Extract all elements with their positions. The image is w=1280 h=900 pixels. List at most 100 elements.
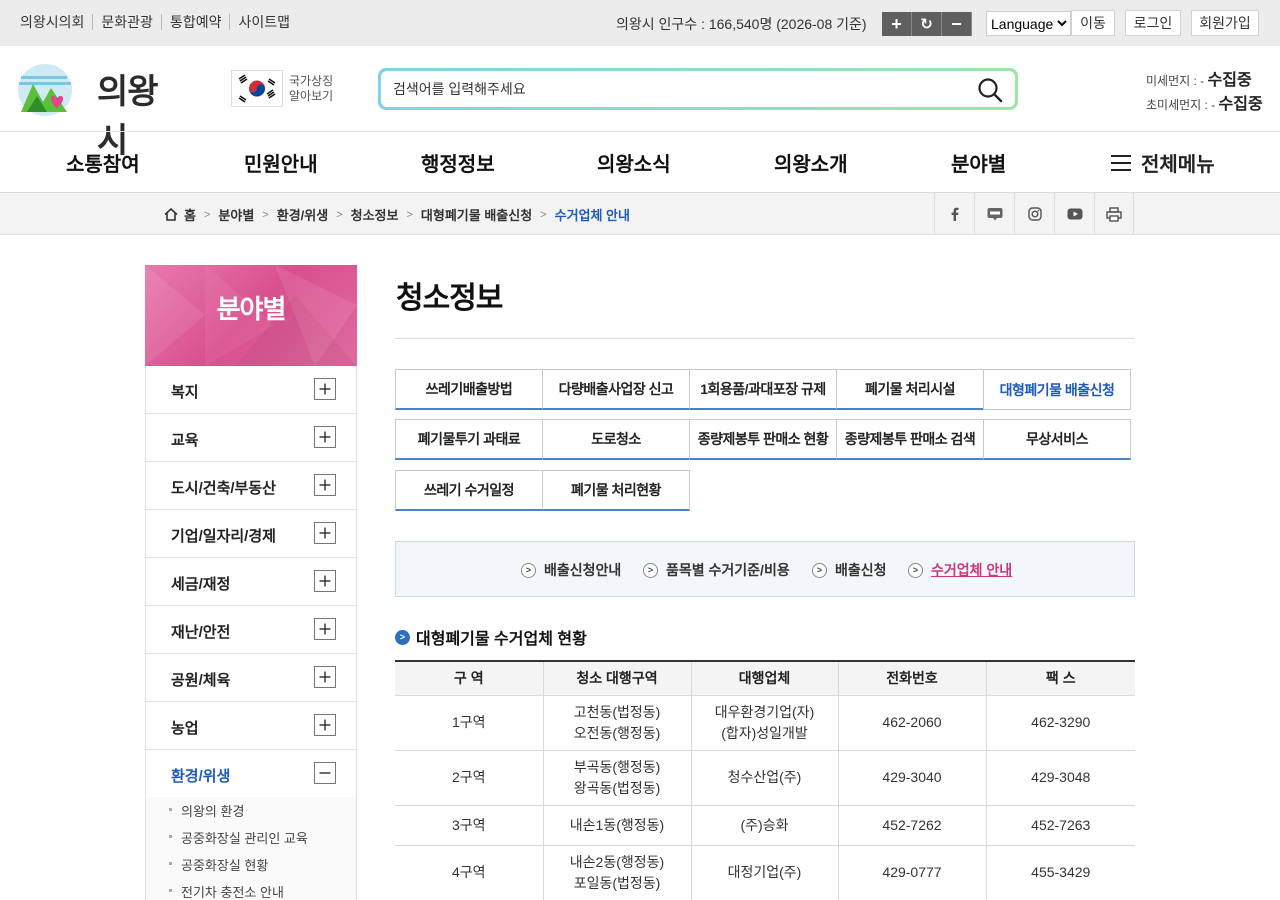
tab-large-emitter[interactable]: 다량배출사업장 신고 xyxy=(542,369,690,410)
link-council[interactable]: 의왕시의회 xyxy=(12,14,94,30)
tab-bulky-waste-active[interactable]: 대형폐기물 배출신청 xyxy=(983,369,1131,410)
breadcrumb-item[interactable]: 청소정보 xyxy=(351,205,399,224)
side-nav-item[interactable]: 기업/일자리/경제 xyxy=(146,510,356,558)
subtab-criteria-cost[interactable]: > 품목별 수거기준/비용 xyxy=(643,560,790,580)
search-icon xyxy=(978,78,1003,103)
city-logo[interactable]: 의왕시 xyxy=(17,62,182,160)
subtab-collector-active[interactable]: > 수거업체 안내 xyxy=(908,560,1012,580)
cell-company: 대정기업(주) xyxy=(690,844,839,900)
breadcrumb-home[interactable]: 홈 xyxy=(184,205,196,224)
gnb-communication[interactable]: 소통참여 xyxy=(66,148,140,177)
side-nav-label: 환경/위생 xyxy=(171,768,231,785)
taegukgi-icon xyxy=(231,70,283,107)
tab-disposable-regulation[interactable]: 1회용품/과대포장 규제 xyxy=(689,369,837,410)
column-header: 팩 스 xyxy=(985,661,1135,696)
zoom-in-button[interactable]: + xyxy=(882,12,912,36)
national-symbol-link[interactable]: 국가상징 알아보기 xyxy=(231,70,341,110)
area-line: 고천동(법정동) xyxy=(573,703,661,720)
all-menu-button[interactable]: 전체메뉴 xyxy=(1111,148,1215,177)
tab-collection-schedule[interactable]: 쓰레기 수거일정 xyxy=(395,470,543,511)
facebook-share-button[interactable] xyxy=(934,193,974,235)
plus-icon xyxy=(314,714,336,736)
side-nav-subitem[interactable]: 공중화장실 현황 xyxy=(168,855,268,874)
fine-dust-status: 미세먼지 : - 수집중 xyxy=(1146,66,1252,90)
fine-dust-label: 미세먼지 : - xyxy=(1146,74,1205,88)
home-icon xyxy=(164,208,178,221)
tab-bag-store-status[interactable]: 종량제봉투 판매소 현황 xyxy=(689,419,837,460)
breadcrumb-item[interactable]: 환경/위생 xyxy=(277,205,328,224)
side-nav-item[interactable]: 재난/안전 xyxy=(146,606,356,654)
zoom-controls: + ↻ − xyxy=(882,12,972,36)
gnb-civil-service[interactable]: 민원안내 xyxy=(244,148,318,177)
zoom-out-button[interactable]: − xyxy=(942,12,972,36)
language-go-button[interactable]: 이동 xyxy=(1071,10,1115,36)
page-title: 청소정보 xyxy=(396,282,503,315)
column-header: 구 역 xyxy=(395,661,544,696)
tab-bag-store-search[interactable]: 종량제봉투 판매소 검색 xyxy=(836,419,984,460)
cell-company: (주)승화 xyxy=(690,804,839,846)
company-line: 대우환경기업(자) xyxy=(714,703,815,720)
tab-dumping-fine[interactable]: 폐기물투기 과태료 xyxy=(395,419,543,460)
fine-dust-value: 수집중 xyxy=(1207,72,1252,89)
tab-road-cleaning[interactable]: 도로청소 xyxy=(542,419,690,460)
column-header: 전화번호 xyxy=(837,661,987,696)
side-nav-item-active[interactable]: 환경/위생 xyxy=(146,750,356,798)
table-row: 4구역 내손2동(행정동) 포일동(법정동) 대정기업(주) 429-0777 4… xyxy=(395,844,1135,900)
search-button[interactable] xyxy=(977,77,1003,103)
link-sitemap[interactable]: 사이트맵 xyxy=(230,14,298,30)
tab-waste-disposal[interactable]: 쓰레기배출방법 xyxy=(395,369,543,410)
table-row: 3구역 내손1동(행정동) (주)승화 452-7262 452-7263 xyxy=(395,804,1135,846)
search-input[interactable] xyxy=(393,77,953,101)
cell-fax: 429-3048 xyxy=(985,749,1135,806)
gnb-admin-info[interactable]: 행정정보 xyxy=(421,148,495,177)
link-culture-tourism[interactable]: 문화관광 xyxy=(93,14,162,30)
subtab-apply[interactable]: > 배출신청 xyxy=(812,560,887,580)
blog-share-button[interactable] xyxy=(974,193,1014,235)
search-box xyxy=(378,68,1018,110)
print-button[interactable] xyxy=(1094,193,1134,235)
side-nav-subitem-label: 의왕의 환경 xyxy=(181,804,245,819)
subtab-label: 품목별 수거기준/비용 xyxy=(666,562,790,578)
side-nav-title: 분야별 xyxy=(216,294,287,324)
chevron-right-icon: > xyxy=(203,208,211,221)
breadcrumb-current: 수거업체 안내 xyxy=(554,208,630,223)
plus-icon xyxy=(314,618,336,640)
breadcrumb-item[interactable]: 대형폐기물 배출신청 xyxy=(421,205,532,224)
side-nav-item[interactable]: 공원/체육 xyxy=(146,654,356,702)
table-header-row: 구 역 청소 대행구역 대행업체 전화번호 팩 스 xyxy=(395,661,1135,696)
side-nav-item[interactable]: 교육 xyxy=(146,414,356,462)
breadcrumb-item[interactable]: 분야별 xyxy=(218,205,254,224)
side-nav-item[interactable]: 도시/건축/부동산 xyxy=(146,462,356,510)
tab-free-service[interactable]: 무상서비스 xyxy=(983,419,1131,460)
login-button[interactable]: 로그인 xyxy=(1125,10,1181,36)
cell-area: 고천동(법정동) 오전동(행정동) xyxy=(542,694,692,751)
side-nav-item[interactable]: 농업 xyxy=(146,702,356,750)
side-nav-label: 세금/재정 xyxy=(171,576,231,593)
blog-icon xyxy=(987,208,1002,221)
gnb-about[interactable]: 의왕소개 xyxy=(774,148,848,177)
side-nav-subitem[interactable]: 전기차 충전소 안내 xyxy=(169,882,284,900)
language-select[interactable]: Language xyxy=(986,11,1071,36)
print-icon xyxy=(1106,206,1122,222)
tab-treatment-facility[interactable]: 폐기물 처리시설 xyxy=(836,369,984,410)
subtab-label: 배출신청안내 xyxy=(544,562,622,578)
side-nav-subitem[interactable]: 공중화장실 관리인 교육 xyxy=(169,828,308,847)
instagram-share-button[interactable] xyxy=(1014,193,1054,235)
cell-fax: 452-7263 xyxy=(985,804,1135,846)
link-reservation[interactable]: 통합예약 xyxy=(162,14,231,30)
side-nav-label: 농업 xyxy=(171,720,199,737)
tab-waste-status[interactable]: 폐기물 처리현황 xyxy=(542,470,690,511)
side-nav-subitem[interactable]: 의왕의 환경 xyxy=(168,801,245,820)
youtube-share-button[interactable] xyxy=(1054,193,1094,235)
side-nav-item[interactable]: 세금/재정 xyxy=(146,558,356,606)
utility-bar: 의왕시의회 문화관광 통합예약 사이트맵 의왕시 인구수 : 166,540명 … xyxy=(0,0,1280,46)
join-button[interactable]: 회원가입 xyxy=(1191,10,1259,36)
side-nav-subitem-label: 공중화장실 관리인 교육 xyxy=(181,831,308,846)
side-nav-item[interactable]: 복지 xyxy=(146,366,356,414)
gnb-by-field[interactable]: 분야별 xyxy=(951,148,1006,177)
area-line: 포일동(법정동) xyxy=(573,874,661,891)
symbol-line-1: 국가상징 xyxy=(289,74,334,88)
zoom-reset-button[interactable]: ↻ xyxy=(912,12,942,36)
gnb-news[interactable]: 의왕소식 xyxy=(597,148,671,177)
subtab-guide[interactable]: > 배출신청안내 xyxy=(521,560,621,580)
